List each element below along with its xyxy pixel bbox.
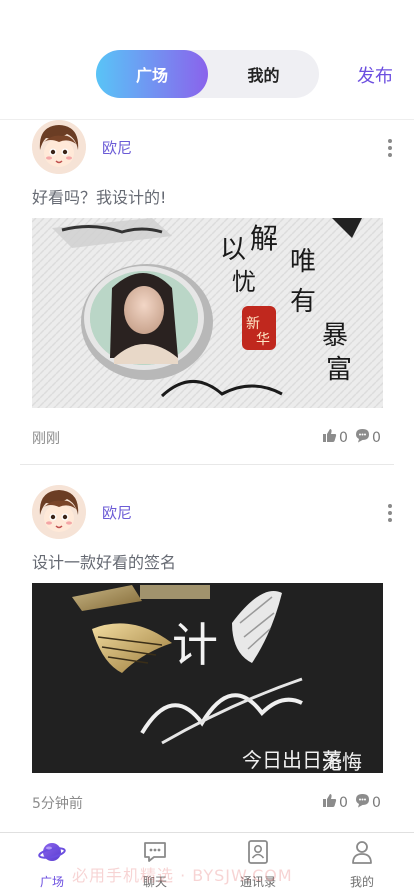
top-header: 广场 我的 发布 (0, 0, 414, 120)
like-count: 0 (339, 429, 348, 446)
svg-text:暴: 暴 (322, 321, 348, 351)
post-card: 欧尼 好看吗？我设计的! 以 解 唯 忧 有 暴 富 新 华 刚刚 0 0 (0, 120, 414, 465)
svg-text:有: 有 (290, 287, 316, 317)
post-text: 设计一款好看的签名 (32, 553, 177, 572)
thumbs-up-icon (322, 793, 337, 812)
more-options-icon[interactable] (386, 139, 394, 159)
svg-text:以: 以 (220, 235, 246, 265)
post-image[interactable]: 计 今日出日落 无悔 (32, 583, 383, 773)
post-time: 刚刚 (32, 431, 60, 447)
segment-control: 广场 我的 (96, 50, 319, 98)
svg-text:忧: 忧 (232, 268, 256, 296)
segment-square[interactable]: 广场 (96, 50, 208, 98)
avatar[interactable] (32, 485, 86, 539)
post-username[interactable]: 欧尼 (102, 137, 132, 158)
publish-button[interactable]: 发布 (357, 62, 393, 88)
tab-label: 我的 (349, 875, 374, 889)
svg-text:新: 新 (246, 316, 260, 332)
post-text: 好看吗？我设计的! (32, 188, 167, 207)
person-icon (349, 839, 375, 869)
planet-icon (38, 839, 66, 869)
post-image[interactable]: 以 解 唯 忧 有 暴 富 新 华 (32, 218, 383, 408)
post-card: 欧尼 设计一款好看的签名 计 今日出日落 无悔 5分钟前 0 0 (0, 485, 414, 830)
like-button[interactable]: 0 (322, 793, 348, 812)
like-count: 0 (339, 794, 348, 811)
svg-text:解: 解 (250, 222, 278, 255)
post-username[interactable]: 欧尼 (102, 502, 132, 523)
avatar[interactable] (32, 120, 86, 174)
thumbs-up-icon (322, 428, 337, 447)
comment-count: 0 (372, 429, 381, 446)
more-options-icon[interactable] (386, 504, 394, 524)
comment-icon (355, 428, 370, 447)
comment-count: 0 (372, 794, 381, 811)
tab-label: 广场 (39, 875, 64, 889)
svg-text:无悔: 无悔 (322, 750, 362, 773)
comment-button[interactable]: 0 (355, 793, 381, 812)
svg-text:唯: 唯 (290, 247, 316, 277)
svg-text:计: 计 (172, 618, 218, 672)
watermark-text: 必用手机精选 · BYSJW.COM (72, 866, 293, 885)
like-button[interactable]: 0 (322, 428, 348, 447)
post-divider (20, 464, 394, 465)
svg-text:华: 华 (256, 332, 270, 348)
comment-button[interactable]: 0 (355, 428, 381, 447)
tab-mine[interactable]: 我的 (322, 839, 402, 890)
comment-icon (355, 793, 370, 812)
svg-text:富: 富 (326, 355, 352, 385)
segment-mine[interactable]: 我的 (208, 50, 319, 98)
post-time: 5分钟前 (32, 796, 83, 812)
